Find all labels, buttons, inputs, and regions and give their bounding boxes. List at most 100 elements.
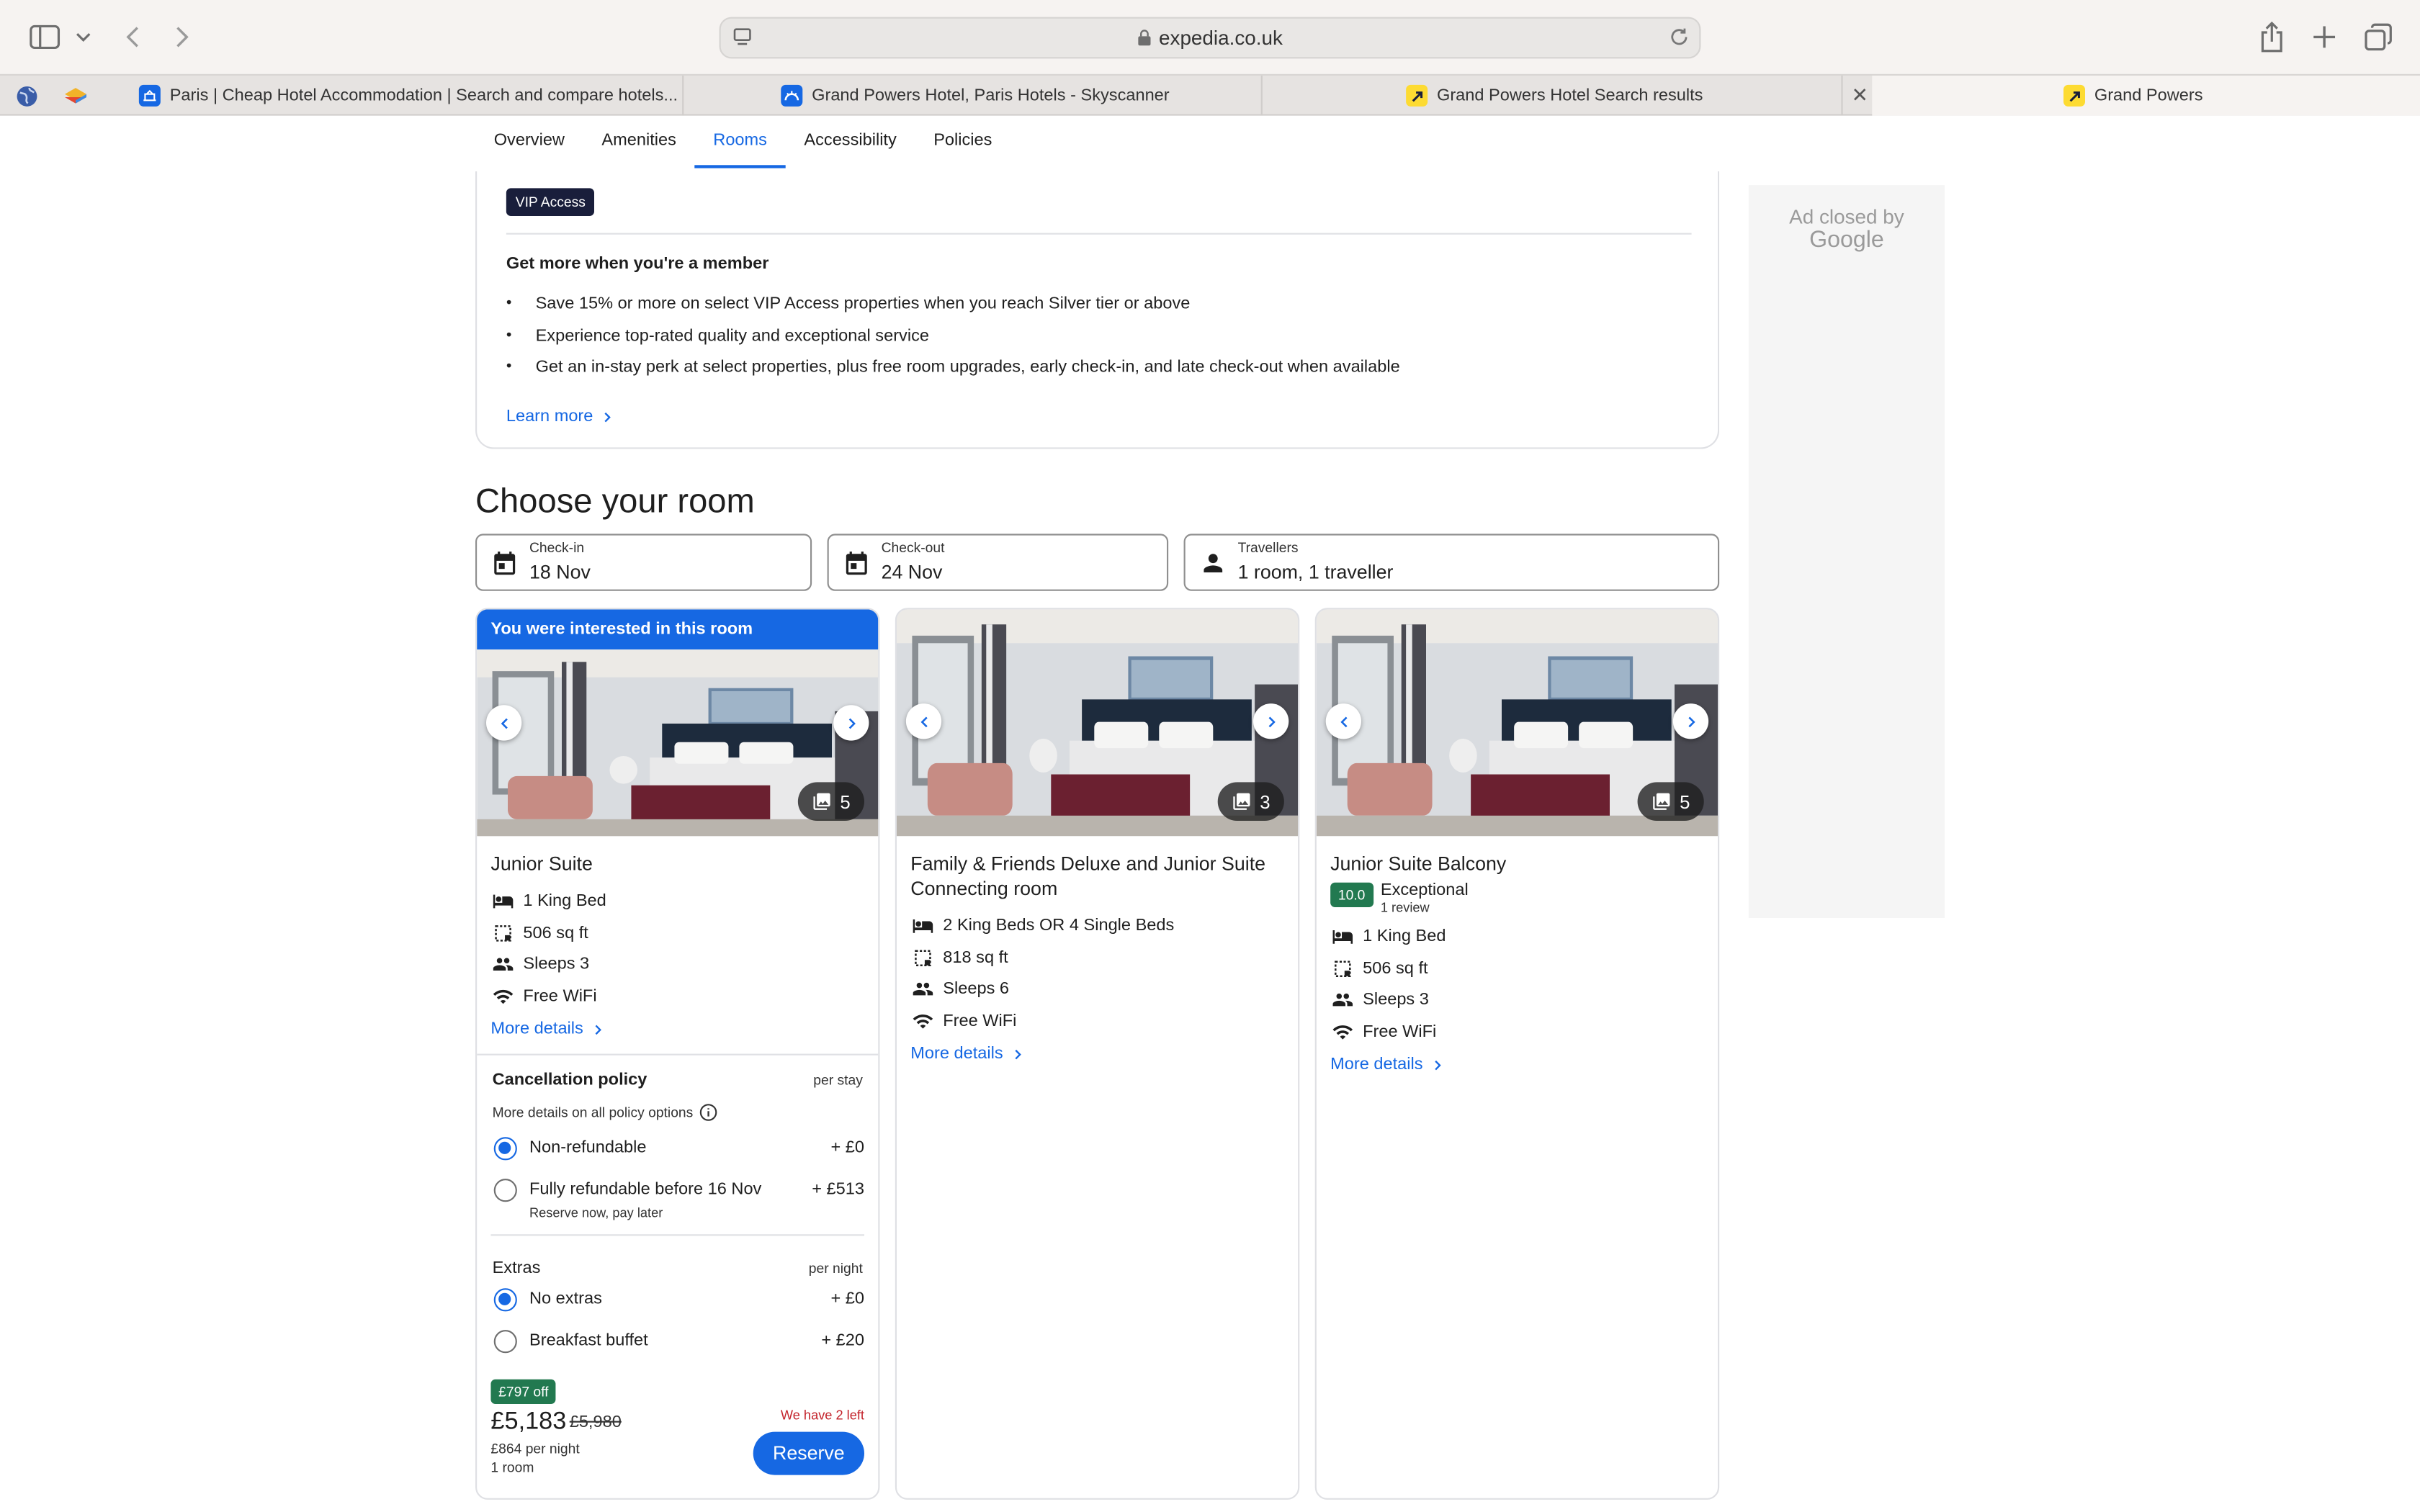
bed-icon xyxy=(493,891,514,912)
photo-count-button[interactable]: 5 xyxy=(798,782,864,821)
cancellation-title: Cancellation policy xyxy=(492,1071,647,1089)
learn-more-link[interactable]: Learn more xyxy=(506,408,617,426)
chevron-right-icon xyxy=(1429,1056,1446,1074)
tab-skyscanner[interactable]: Grand Powers Hotel, Paris Hotels - Skysc… xyxy=(685,76,1263,116)
divider xyxy=(490,1234,864,1236)
chevron-right-icon xyxy=(842,714,861,732)
policy-details-link[interactable]: More details on all policy options xyxy=(493,1103,718,1122)
calendar-icon xyxy=(490,549,519,577)
discount-badge: £797 off xyxy=(490,1379,557,1404)
tab-kayak[interactable]: Paris | Cheap Hotel Accommodation | Sear… xyxy=(105,76,684,116)
feature-area: 506 sq ft xyxy=(1332,953,1718,984)
room-features: 1 King Bed 506 sq ft Sleeps 3 Free WiFi xyxy=(477,886,878,1012)
hotel-favicon-icon xyxy=(138,84,161,107)
feature-bed: 2 King Beds OR 4 Single Beds xyxy=(912,910,1298,942)
people-icon xyxy=(493,954,514,976)
checkin-field[interactable]: Check-in 18 Nov xyxy=(475,534,812,591)
tab-policies[interactable]: Policies xyxy=(915,116,1010,168)
page-icon xyxy=(732,28,753,53)
room-features: 1 King Bed 506 sq ft Sleeps 3 Free WiFi xyxy=(1317,921,1718,1048)
tab-bar: Paris | Cheap Hotel Accommodation | Sear… xyxy=(0,73,2420,116)
expedia-favicon-icon xyxy=(1406,84,1428,107)
option-non-refundable[interactable]: Non-refundable + £0 xyxy=(493,1134,864,1162)
area-icon xyxy=(1332,958,1353,979)
room-photo[interactable]: 3 xyxy=(897,609,1298,836)
tab-amenities[interactable]: Amenities xyxy=(583,116,695,168)
feature-sleeps: Sleeps 3 xyxy=(1332,984,1718,1016)
availability-note: We have 2 left xyxy=(780,1407,864,1423)
more-details-link[interactable]: More details xyxy=(490,1020,864,1038)
prev-photo-button[interactable] xyxy=(486,705,522,741)
next-photo-button[interactable] xyxy=(1672,703,1709,739)
per-stay-label: per stay xyxy=(813,1072,863,1088)
radio-button[interactable] xyxy=(493,1136,517,1160)
divider xyxy=(477,1053,879,1056)
photo-count-button[interactable]: 3 xyxy=(1218,782,1284,821)
section-nav: Overview Amenities Rooms Accessibility P… xyxy=(475,116,1010,168)
prev-photo-button[interactable] xyxy=(1325,703,1361,739)
feature-sleeps: Sleeps 6 xyxy=(912,973,1298,1005)
chevron-right-icon xyxy=(1262,712,1281,731)
tab-grand-powers[interactable]: Grand Powers xyxy=(1872,76,2420,116)
lock-icon xyxy=(1137,30,1151,47)
room-rating: 10.0 Exceptional 1 review xyxy=(1330,881,1704,915)
people-icon xyxy=(912,978,933,1000)
vip-title: Get more when you're a member xyxy=(506,254,769,274)
reserve-button[interactable]: Reserve xyxy=(753,1431,864,1475)
tab-rooms[interactable]: Rooms xyxy=(694,116,786,168)
travellers-field[interactable]: Travellers 1 room, 1 traveller xyxy=(1183,534,1720,591)
feature-bed: 1 King Bed xyxy=(1332,921,1718,953)
radio-button[interactable] xyxy=(493,1287,517,1311)
review-count[interactable]: 1 review xyxy=(1381,899,1469,914)
nightly-price: £864 per night xyxy=(490,1441,580,1457)
prev-photo-button[interactable] xyxy=(905,703,942,739)
total-price: £5,183 xyxy=(490,1408,567,1435)
forward-icon[interactable] xyxy=(170,19,194,55)
next-photo-button[interactable] xyxy=(1253,703,1289,739)
feature-bed: 1 King Bed xyxy=(493,886,879,917)
tab-overview[interactable]: Overview xyxy=(475,116,583,168)
tab-expedia-search[interactable]: Grand Powers Hotel Search results xyxy=(1264,76,1843,116)
more-details-link[interactable]: More details xyxy=(1330,1056,1704,1074)
radio-button[interactable] xyxy=(493,1178,517,1202)
address-bar[interactable]: expedia.co.uk xyxy=(719,17,1701,59)
wifi-icon xyxy=(493,986,514,1007)
room-name: Junior Suite Balcony xyxy=(1330,853,1507,875)
tabs-icon[interactable] xyxy=(2362,19,2396,55)
more-details-link[interactable]: More details xyxy=(910,1045,1284,1063)
chevron-right-icon xyxy=(589,1021,606,1038)
vip-benefits-list: Save 15% or more on select VIP Access pr… xyxy=(506,294,1400,390)
vip-badge: VIP Access xyxy=(506,188,595,216)
pinned-tab-app[interactable] xyxy=(60,82,91,110)
option-breakfast[interactable]: Breakfast buffet + £20 xyxy=(493,1327,864,1355)
list-item: Get an in-stay perk at select properties… xyxy=(506,358,1400,390)
rating-label: Exceptional xyxy=(1380,881,1469,900)
chevron-right-icon xyxy=(1682,712,1700,731)
option-no-extras[interactable]: No extras + £0 xyxy=(493,1285,864,1313)
tab-close-icon[interactable]: ✕ xyxy=(1847,84,1872,108)
area-icon xyxy=(493,922,514,944)
plus-icon[interactable] xyxy=(2309,19,2340,55)
photo-count-button[interactable]: 5 xyxy=(1638,782,1704,821)
vip-access-card: VIP Access Get more when you're a member… xyxy=(475,171,1720,449)
wifi-icon xyxy=(1332,1021,1353,1043)
room-photo[interactable]: 5 xyxy=(477,649,878,836)
chevron-right-icon xyxy=(1009,1045,1026,1063)
gallery-icon xyxy=(1232,791,1252,811)
next-photo-button[interactable] xyxy=(833,705,869,741)
back-icon[interactable] xyxy=(120,19,145,55)
feature-area: 506 sq ft xyxy=(493,917,879,949)
pinned-tab-globe[interactable] xyxy=(11,82,42,110)
option-fully-refundable[interactable]: Fully refundable before 16 Nov + £513 xyxy=(493,1176,864,1204)
reload-icon[interactable] xyxy=(1668,26,1690,52)
url-text: expedia.co.uk xyxy=(1159,26,1283,50)
ad-placeholder: Ad closed by Google xyxy=(1748,185,1945,919)
room-photo[interactable]: 5 xyxy=(1317,609,1718,836)
share-icon[interactable] xyxy=(2257,19,2287,55)
tab-accessibility[interactable]: Accessibility xyxy=(786,116,915,168)
checkout-field[interactable]: Check-out 24 Nov xyxy=(827,534,1169,591)
room-card-junior-suite-balcony: 5 Junior Suite Balcony 10.0 Exceptional … xyxy=(1314,608,1720,1500)
sidebar-icon[interactable] xyxy=(28,19,62,55)
radio-button[interactable] xyxy=(493,1329,517,1353)
chevron-down-icon[interactable] xyxy=(73,19,94,55)
